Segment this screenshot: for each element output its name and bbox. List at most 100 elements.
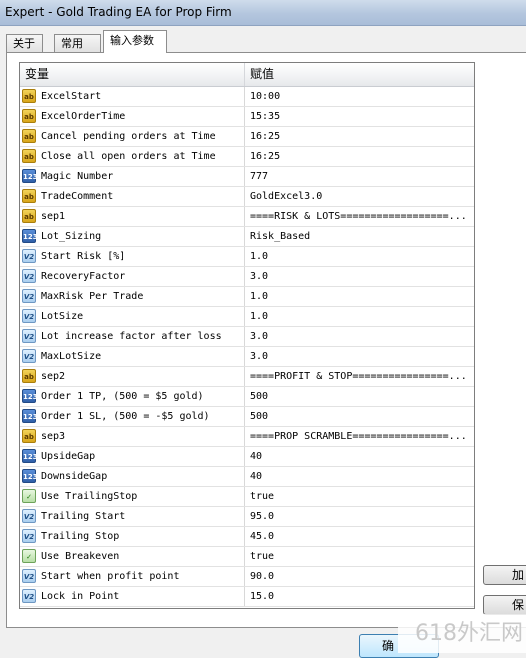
table-row[interactable]: ✓ Use Breakeven true [20,547,474,567]
variable-cell: V2 Trailing Stop [20,527,245,546]
value-cell[interactable]: 1.0 [250,287,472,306]
variable-name: Use TrailingStop [41,491,138,502]
int-type-icon: 123 [22,229,38,243]
variable-cell: V2 MaxLotSize [20,347,245,366]
variable-name: sep3 [41,431,66,442]
variable-cell: 123 Order 1 SL, (500 = -$5 gold) [20,407,245,426]
value-cell[interactable]: 16:25 [250,127,472,146]
watermark-text: 618外汇网 [398,614,526,653]
double-type-icon: V2 [22,289,36,303]
table-row[interactable]: V2 MaxRisk Per Trade 1.0 [20,287,474,307]
table-row[interactable]: ab sep3 ====PROP SCRAMBLE================.… [20,427,474,447]
load-button[interactable]: 加 [483,565,526,585]
table-row[interactable]: 123 UpsideGap 40 [20,447,474,467]
table-row[interactable]: V2 Lot increase factor after loss 3.0 [20,327,474,347]
table-row[interactable]: 123 Magic Number 777 [20,167,474,187]
tab-inputs[interactable]: 输入参数 [103,30,167,53]
value-cell[interactable]: true [250,547,472,566]
double-type-icon: V2 [22,349,36,363]
table-row[interactable]: V2 Trailing Stop 45.0 [20,527,474,547]
window-titlebar[interactable]: Expert - Gold Trading EA for Prop Firm [0,0,526,26]
variable-cell: 123 Magic Number [20,167,245,186]
variable-cell: V2 Start Risk [%] [20,247,245,266]
table-row[interactable]: 123 Lot_Sizing Risk_Based [20,227,474,247]
int-type-icon: 123 [22,469,38,483]
value-cell[interactable]: 3.0 [250,267,472,286]
variable-cell: ab ExcelOrderTime [20,107,245,126]
value-cell[interactable]: Risk_Based [250,227,472,246]
table-row[interactable]: ✓ Use TrailingStop true [20,487,474,507]
value-cell[interactable]: 90.0 [250,567,472,586]
value-cell[interactable]: 500 [250,387,472,406]
variable-cell: ab sep2 [20,367,245,386]
table-row[interactable]: ab ExcelOrderTime 15:35 [20,107,474,127]
string-type-icon: ab [22,189,36,203]
value-cell[interactable]: ====RISK & LOTS==================... [250,207,472,226]
table-row[interactable]: V2 MaxLotSize 3.0 [20,347,474,367]
value-cell[interactable]: 1.0 [250,307,472,326]
variable-cell: V2 MaxRisk Per Trade [20,287,245,306]
table-row[interactable]: 123 DownsideGap 40 [20,467,474,487]
table-row[interactable]: ab sep1 ====RISK & LOTS==================.… [20,207,474,227]
save-button[interactable]: 保 [483,595,526,615]
table-row[interactable]: V2 RecoveryFactor 3.0 [20,267,474,287]
tab-about[interactable]: 关于 [6,34,43,52]
variable-cell: ab TradeComment [20,187,245,206]
variable-name: Lock in Point [41,591,120,602]
table-row[interactable]: ab TradeComment GoldExcel3.0 [20,187,474,207]
string-type-icon: ab [22,369,36,383]
double-type-icon: V2 [22,269,36,283]
table-row[interactable]: 123 Order 1 SL, (500 = -$5 gold) 500 [20,407,474,427]
column-header-value[interactable]: 赋值 [245,63,474,86]
column-header-variable[interactable]: 变量 [20,63,245,86]
bool-type-icon: ✓ [22,549,36,563]
value-cell[interactable]: ====PROP SCRAMBLE================... [250,427,472,446]
grid-header: 变量 赋值 [20,63,474,87]
table-row[interactable]: ab ExcelStart 10:00 [20,87,474,107]
table-row[interactable]: ab sep2 ====PROFIT & STOP================.… [20,367,474,387]
value-cell[interactable]: true [250,487,472,506]
string-type-icon: ab [22,109,36,123]
table-row[interactable]: V2 Lock in Point 15.0 [20,587,474,607]
variable-cell: V2 LotSize [20,307,245,326]
value-cell[interactable]: ====PROFIT & STOP================... [250,367,472,386]
value-cell[interactable]: 3.0 [250,327,472,346]
variable-name: Trailing Start [41,511,126,522]
value-cell[interactable]: 16:25 [250,147,472,166]
value-cell[interactable]: 10:00 [250,87,472,106]
variable-cell: V2 Lock in Point [20,587,245,606]
variable-cell: 123 Order 1 TP, (500 = $5 gold) [20,387,245,406]
variable-cell: ab sep1 [20,207,245,226]
double-type-icon: V2 [22,309,36,323]
value-cell[interactable]: 40 [250,447,472,466]
value-cell[interactable]: 1.0 [250,247,472,266]
variable-name: Start when profit point [41,571,180,582]
value-cell[interactable]: GoldExcel3.0 [250,187,472,206]
table-row[interactable]: 123 Order 1 TP, (500 = $5 gold) 500 [20,387,474,407]
value-cell[interactable]: 15.0 [250,587,472,606]
string-type-icon: ab [22,209,36,223]
variable-name: sep2 [41,371,66,382]
table-row[interactable]: ab Close all open orders at Time 16:25 [20,147,474,167]
value-cell[interactable]: 3.0 [250,347,472,366]
variable-name: Order 1 SL, (500 = -$5 gold) [41,411,210,422]
value-cell[interactable]: 500 [250,407,472,426]
variable-name: TradeComment [41,191,114,202]
table-row[interactable]: V2 Start when profit point 90.0 [20,567,474,587]
value-cell[interactable]: 777 [250,167,472,186]
variable-name: ExcelStart [41,91,102,102]
value-cell[interactable]: 95.0 [250,507,472,526]
value-cell[interactable]: 45.0 [250,527,472,546]
variable-name: RecoveryFactor [41,271,126,282]
variable-name: Use Breakeven [41,551,120,562]
table-row[interactable]: V2 Trailing Start 95.0 [20,507,474,527]
variable-name: ExcelOrderTime [41,111,126,122]
value-cell[interactable]: 15:35 [250,107,472,126]
table-row[interactable]: V2 Start Risk [%] 1.0 [20,247,474,267]
table-row[interactable]: V2 LotSize 1.0 [20,307,474,327]
variable-cell: V2 Trailing Start [20,507,245,526]
table-row[interactable]: ab Cancel pending orders at Time 16:25 [20,127,474,147]
tab-common[interactable]: 常用 [54,34,101,52]
value-cell[interactable]: 40 [250,467,472,486]
inputs-grid: 变量 赋值 ab ExcelStart 10:00 ab ExcelOrderTime 1… [19,62,475,609]
